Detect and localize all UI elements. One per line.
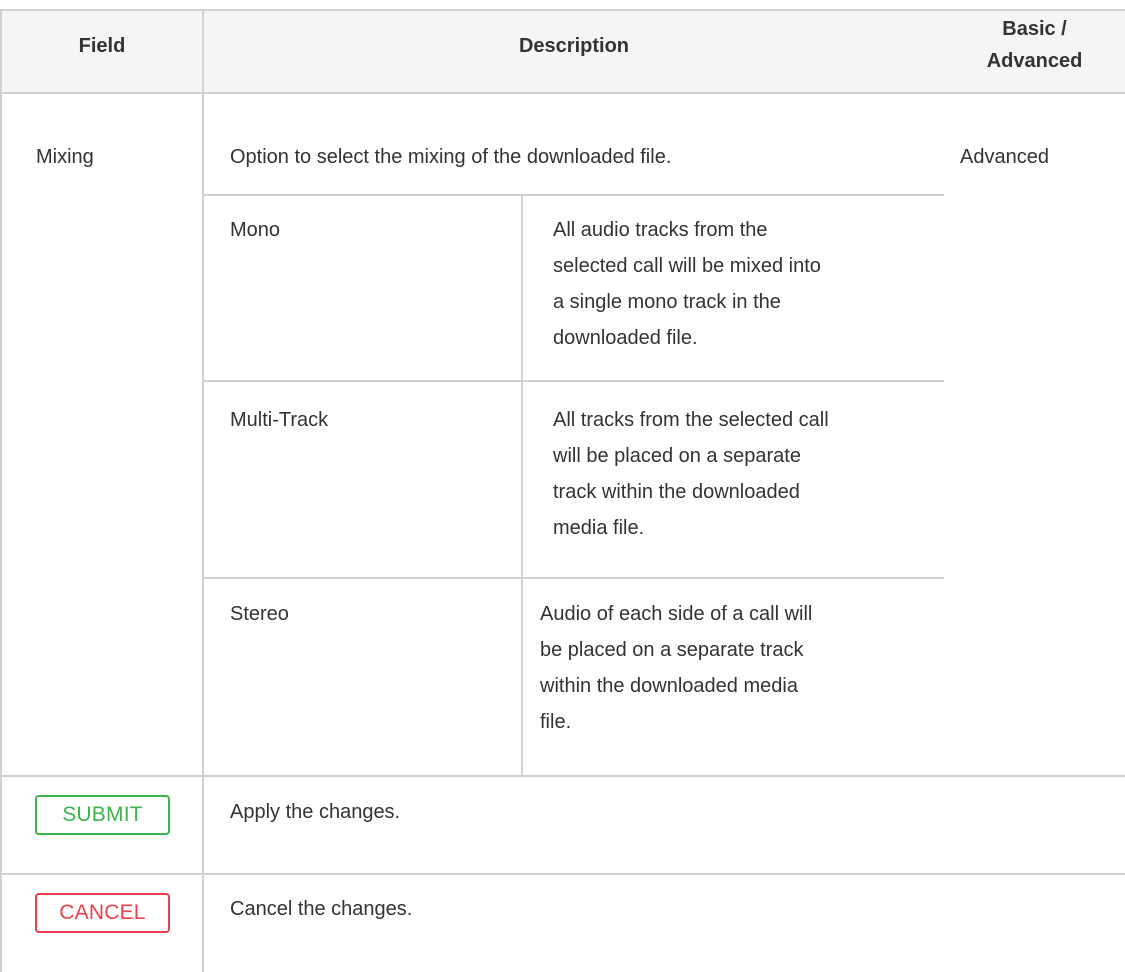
option-stereo-desc-2: be placed on a separate track [540, 639, 804, 661]
mixing-level: Advanced [960, 146, 1049, 168]
header-level-line2: Advanced [986, 50, 1083, 72]
header-description: Description [518, 35, 630, 57]
mixing-row-bottom [0, 775, 1125, 777]
option-multitrack-desc-1: All tracks from the selected call [553, 409, 829, 431]
option-multitrack-desc-2: will be placed on a separate [553, 445, 801, 467]
submit-button[interactable]: SUBMIT [35, 795, 170, 835]
option-stereo-desc-1: Audio of each side of a call will [540, 603, 813, 625]
mixing-desc-line [204, 194, 944, 196]
submit-row-bottom [0, 873, 1125, 875]
option-mono-desc-2: selected call will be mixed into [553, 255, 821, 277]
option-multitrack-desc-3: track within the downloaded [553, 481, 800, 503]
header-bottom-line [0, 92, 1125, 94]
option-stereo-desc-3: within the downloaded media [540, 675, 798, 697]
header-field: Field [78, 35, 126, 57]
mixing-field-name: Mixing [36, 146, 94, 168]
option-stereo-name: Stereo [230, 603, 289, 625]
cancel-button[interactable]: CANCEL [35, 893, 170, 933]
option-mono-desc-4: downloaded file. [553, 327, 698, 349]
header-top-line [0, 9, 1125, 11]
option-mono-desc-3: a single mono track in the [553, 291, 781, 313]
col-divider-field [202, 9, 204, 972]
submit-description: Apply the changes. [230, 801, 401, 823]
option-stereo-desc-4: file. [540, 711, 572, 733]
option-mono-desc-1: All audio tracks from the [553, 219, 768, 241]
option-multitrack-desc-4: media file. [553, 517, 645, 539]
mixing-description: Option to select the mixing of the downl… [230, 146, 672, 168]
option-multitrack-name: Multi-Track [230, 409, 329, 431]
cancel-description: Cancel the changes. [230, 898, 413, 920]
options-divider [521, 194, 523, 775]
mono-line [204, 380, 944, 382]
multitrack-line [204, 577, 944, 579]
left-edge [0, 9, 2, 972]
header-level-line1: Basic / [1002, 18, 1067, 40]
option-mono-name: Mono [230, 219, 281, 241]
